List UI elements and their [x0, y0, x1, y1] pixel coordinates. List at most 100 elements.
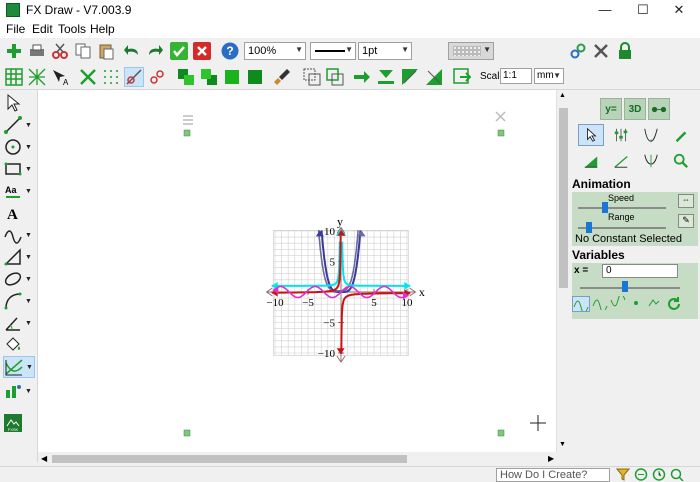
arc-tool[interactable]: ▼	[3, 290, 35, 312]
fxsk-tool[interactable]: FXSK	[3, 412, 35, 434]
scroll-down-icon[interactable]: ▼	[559, 441, 566, 448]
glasses-mode-button[interactable]	[648, 98, 670, 120]
help-button[interactable]: ?	[220, 41, 240, 61]
text-tool[interactable]: A	[3, 202, 35, 224]
copy-button[interactable]	[73, 41, 93, 61]
scroll-left-icon[interactable]: ◀	[41, 454, 47, 463]
bring-front-button[interactable]	[176, 67, 196, 87]
format-painter-button[interactable]	[272, 67, 292, 87]
zoom-button[interactable]	[668, 150, 694, 172]
backward-button[interactable]	[245, 67, 265, 87]
axes-button[interactable]	[78, 67, 98, 87]
stats-tool[interactable]: ▼	[3, 380, 35, 402]
angle-tool[interactable]: ▼	[3, 312, 35, 334]
scale-input[interactable]: 1:1	[500, 68, 532, 84]
align-right-button[interactable]	[352, 67, 372, 87]
refresh-button[interactable]	[452, 67, 472, 87]
zoom-select[interactable]: 100% ▼	[244, 42, 306, 60]
rotate-icon	[426, 69, 442, 85]
tangent-button[interactable]	[608, 150, 634, 172]
graph-plot[interactable]: −10 −5 5 10105−5−10 x y	[38, 90, 556, 452]
3d-mode-button[interactable]: 3D	[624, 98, 646, 120]
flip-button[interactable]	[400, 67, 420, 87]
select-tool[interactable]	[3, 92, 35, 114]
history-button[interactable]	[652, 468, 666, 481]
snap-off-button[interactable]	[147, 67, 167, 87]
close-button[interactable]: ✕	[656, 0, 700, 20]
curve-tool[interactable]: ▼	[3, 224, 35, 246]
no-constant-text: No Constant Selected	[575, 233, 683, 245]
undo-status-button[interactable]	[634, 468, 648, 481]
align-down-button[interactable]	[376, 67, 396, 87]
menu-tools[interactable]: Tools	[58, 22, 86, 36]
question-icon: ?	[221, 42, 239, 60]
vertical-scroll-thumb[interactable]	[559, 108, 568, 288]
variable-slider-thumb[interactable]	[622, 281, 628, 292]
equation-mode-button[interactable]: y=	[600, 98, 622, 120]
derivative-button[interactable]	[638, 150, 664, 172]
ellipse-tool[interactable]: ▼	[3, 268, 35, 290]
animate-mode-1-button[interactable]	[572, 296, 590, 314]
new-button[interactable]	[4, 41, 24, 61]
circle-tool[interactable]: ▼	[3, 136, 35, 158]
variable-value-input[interactable]: 0	[602, 264, 678, 278]
rectangle-tool[interactable]: ▼	[3, 158, 35, 180]
function-button[interactable]	[638, 124, 664, 146]
graph-tool[interactable]: ▼	[3, 356, 35, 378]
filter-icon	[615, 468, 631, 481]
tools-button[interactable]	[591, 41, 611, 61]
units-select[interactable]: mm ▼	[534, 68, 564, 84]
reset-button[interactable]	[666, 296, 682, 312]
fill-pattern-select[interactable]: ▼	[448, 42, 494, 60]
menu-edit[interactable]: Edit	[32, 22, 53, 36]
send-back-button[interactable]	[199, 67, 219, 87]
redo-button[interactable]	[145, 41, 165, 61]
grid-button[interactable]	[4, 67, 24, 87]
menu-help[interactable]: Help	[90, 22, 115, 36]
crosshair-cursor-icon	[530, 415, 546, 431]
text-select-button[interactable]: A	[50, 67, 70, 87]
variable-slider-track[interactable]	[580, 287, 680, 289]
accept-button[interactable]	[169, 41, 189, 61]
scroll-right-icon[interactable]: ▶	[548, 454, 554, 463]
menu-file[interactable]: File	[6, 22, 25, 36]
ungroup-button[interactable]	[325, 67, 345, 87]
line-style-select[interactable]: ▼	[310, 42, 356, 60]
line-width-select[interactable]: 1pt ▼	[358, 42, 412, 60]
iso-grid-button[interactable]	[27, 67, 47, 87]
horizontal-scroll-thumb[interactable]	[52, 455, 407, 463]
filter-button[interactable]	[615, 468, 631, 481]
area-button[interactable]	[578, 150, 604, 172]
fill-tool[interactable]	[3, 334, 35, 356]
drawing-canvas[interactable]: −10 −5 5 10 10 5 −5 −10 x y	[38, 90, 556, 452]
loop-button[interactable]	[646, 296, 662, 312]
animate-mode-3-button[interactable]	[610, 293, 626, 312]
lock-button[interactable]	[615, 41, 635, 61]
zoom-status-button[interactable]	[670, 468, 684, 482]
paste-button[interactable]	[96, 41, 116, 61]
snap-button[interactable]	[124, 67, 144, 87]
step-button[interactable]	[628, 296, 644, 312]
range-edit-button[interactable]: ✎	[678, 214, 694, 228]
line-tool[interactable]: ▼	[3, 114, 35, 136]
speed-direction-button[interactable]: ⇔	[678, 194, 694, 208]
forward-button[interactable]	[222, 67, 242, 87]
undo-button[interactable]	[122, 41, 142, 61]
cancel-button[interactable]	[192, 41, 212, 61]
dots-button[interactable]	[101, 67, 121, 87]
print-button[interactable]	[27, 41, 47, 61]
group-button[interactable]	[302, 67, 322, 87]
range-slider-thumb[interactable]	[586, 222, 592, 233]
link-button[interactable]	[568, 41, 588, 61]
graph-select-button[interactable]	[578, 124, 604, 146]
graph-settings-button[interactable]	[608, 124, 634, 146]
pen-button[interactable]	[668, 124, 694, 146]
rotate-button[interactable]	[424, 67, 444, 87]
cut-button[interactable]	[50, 41, 70, 61]
animate-mode-2-button[interactable]	[592, 296, 608, 313]
scroll-up-icon[interactable]: ▲	[559, 92, 566, 99]
how-do-i-input[interactable]: How Do I Create?	[496, 468, 610, 482]
speed-slider-track[interactable]	[578, 207, 666, 209]
text-style-tool[interactable]: Aa ▼	[3, 180, 35, 202]
triangle-tool[interactable]: ▼	[3, 246, 35, 268]
